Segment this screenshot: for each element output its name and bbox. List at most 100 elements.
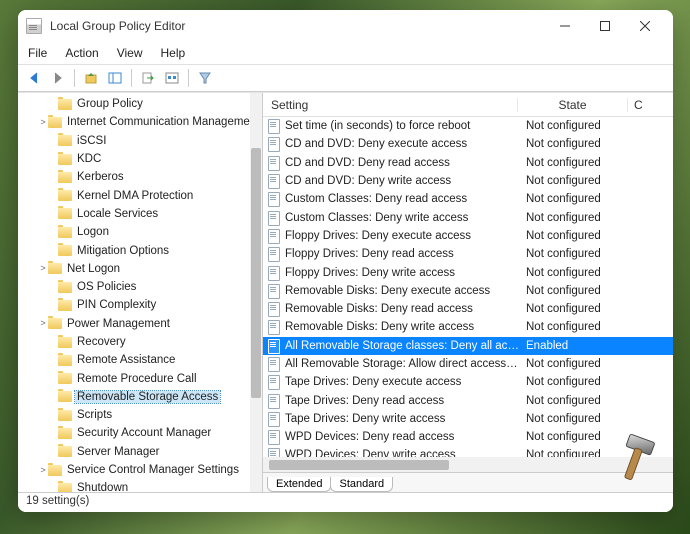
tree-item[interactable]: Security Account Manager: [18, 424, 262, 442]
tree-item[interactable]: Removable Storage Access: [18, 388, 262, 406]
setting-state: Not configured: [520, 413, 630, 425]
tree-label: Kerberos: [75, 171, 126, 183]
setting-name: CD and DVD: Deny write access: [285, 175, 520, 187]
menu-action[interactable]: Action: [63, 44, 100, 62]
settings-row[interactable]: Floppy Drives: Deny write accessNot conf…: [263, 263, 673, 281]
setting-state: Not configured: [520, 212, 630, 224]
settings-row[interactable]: Set time (in seconds) to force rebootNot…: [263, 117, 673, 135]
tree-item[interactable]: Scripts: [18, 406, 262, 424]
setting-state: Not configured: [520, 449, 630, 457]
column-comment[interactable]: C: [628, 98, 673, 112]
maximize-button[interactable]: [585, 12, 625, 40]
tree-item[interactable]: > Power Management: [18, 315, 262, 333]
forward-button[interactable]: [48, 68, 68, 88]
horizontal-scrollbar[interactable]: [263, 457, 673, 472]
tree-item[interactable]: Group Policy: [18, 95, 262, 113]
tree-item[interactable]: Remote Assistance: [18, 351, 262, 369]
settings-row[interactable]: Custom Classes: Deny read accessNot conf…: [263, 190, 673, 208]
settings-row[interactable]: WPD Devices: Deny read accessNot configu…: [263, 428, 673, 446]
settings-row[interactable]: Tape Drives: Deny write accessNot config…: [263, 410, 673, 428]
settings-row[interactable]: WPD Devices: Deny write accessNot config…: [263, 446, 673, 457]
tree-item[interactable]: Kernel DMA Protection: [18, 186, 262, 204]
tree-label: Net Logon: [65, 263, 122, 275]
policy-icon: [267, 375, 281, 389]
policy-icon: [267, 229, 281, 243]
tree-item[interactable]: Remote Procedure Call: [18, 369, 262, 387]
policy-icon: [267, 339, 281, 353]
export-button[interactable]: [138, 68, 158, 88]
tree-item[interactable]: Shutdown: [18, 479, 262, 492]
tree-item[interactable]: Locale Services: [18, 205, 262, 223]
settings-row[interactable]: CD and DVD: Deny write accessNot configu…: [263, 172, 673, 190]
folder-icon: [58, 190, 72, 201]
tab-standard[interactable]: Standard: [330, 477, 393, 492]
tree-item[interactable]: PIN Complexity: [18, 296, 262, 314]
expand-icon[interactable]: >: [38, 319, 48, 328]
tree-item[interactable]: > Internet Communication Management: [18, 113, 262, 131]
settings-row[interactable]: Custom Classes: Deny write accessNot con…: [263, 208, 673, 226]
tree-item[interactable]: >Service Control Manager Settings: [18, 461, 262, 479]
tree-label: Internet Communication Management: [65, 116, 261, 128]
scrollbar-thumb[interactable]: [269, 460, 449, 470]
setting-name: CD and DVD: Deny read access: [285, 157, 520, 169]
settings-row[interactable]: All Removable Storage classes: Deny all …: [263, 337, 673, 355]
settings-row[interactable]: All Removable Storage: Allow direct acce…: [263, 355, 673, 373]
setting-name: All Removable Storage classes: Deny all …: [285, 340, 520, 352]
setting-name: Removable Disks: Deny write access: [285, 321, 520, 333]
policy-icon: [267, 174, 281, 188]
show-hide-tree-button[interactable]: [105, 68, 125, 88]
settings-row[interactable]: Floppy Drives: Deny read accessNot confi…: [263, 245, 673, 263]
settings-row[interactable]: Removable Disks: Deny execute accessNot …: [263, 282, 673, 300]
close-button[interactable]: [625, 12, 665, 40]
scrollbar-thumb[interactable]: [251, 148, 261, 398]
minimize-button[interactable]: [545, 12, 585, 40]
tree-item[interactable]: Recovery: [18, 333, 262, 351]
tree-label: Power Management: [65, 318, 172, 330]
settings-row[interactable]: CD and DVD: Deny execute accessNot confi…: [263, 135, 673, 153]
back-button[interactable]: [24, 68, 44, 88]
settings-row[interactable]: Removable Disks: Deny read accessNot con…: [263, 300, 673, 318]
settings-row[interactable]: Removable Disks: Deny write accessNot co…: [263, 318, 673, 336]
column-headers: Setting State C: [263, 93, 673, 117]
setting-name: Tape Drives: Deny write access: [285, 413, 520, 425]
tree-item[interactable]: KDC: [18, 150, 262, 168]
menu-file[interactable]: File: [26, 44, 49, 62]
setting-state: Not configured: [520, 120, 630, 132]
folder-icon: [58, 410, 72, 421]
settings-row[interactable]: Floppy Drives: Deny execute accessNot co…: [263, 227, 673, 245]
setting-state: Not configured: [520, 230, 630, 242]
setting-state: Not configured: [520, 303, 630, 315]
tree-item[interactable]: Server Manager: [18, 443, 262, 461]
folder-icon: [58, 208, 72, 219]
tree-label: Logon: [75, 226, 111, 238]
tab-extended[interactable]: Extended: [267, 477, 331, 492]
policy-icon: [267, 119, 281, 133]
up-button[interactable]: [81, 68, 101, 88]
column-setting[interactable]: Setting: [263, 98, 518, 112]
folder-icon: [58, 483, 72, 492]
tree-item[interactable]: Logon: [18, 223, 262, 241]
tree-item[interactable]: Mitigation Options: [18, 241, 262, 259]
window-title: Local Group Policy Editor: [50, 19, 545, 33]
setting-name: Custom Classes: Deny read access: [285, 193, 520, 205]
settings-row[interactable]: Tape Drives: Deny execute accessNot conf…: [263, 373, 673, 391]
expand-icon[interactable]: >: [38, 118, 48, 127]
toolbar: [18, 64, 673, 92]
setting-name: Set time (in seconds) to force reboot: [285, 120, 520, 132]
column-state[interactable]: State: [518, 98, 628, 112]
settings-row[interactable]: CD and DVD: Deny read accessNot configur…: [263, 154, 673, 172]
separator-icon: [74, 69, 75, 87]
tree-item[interactable]: > Net Logon: [18, 260, 262, 278]
tree-label: Removable Storage Access: [75, 391, 220, 403]
menu-view[interactable]: View: [115, 44, 145, 62]
tree-scrollbar[interactable]: [250, 93, 262, 492]
tree-item[interactable]: Kerberos: [18, 168, 262, 186]
refresh-button[interactable]: [162, 68, 182, 88]
expand-icon[interactable]: >: [38, 264, 48, 273]
filter-button[interactable]: [195, 68, 215, 88]
tree-item[interactable]: OS Policies: [18, 278, 262, 296]
tree-item[interactable]: iSCSI: [18, 132, 262, 150]
menu-help[interactable]: Help: [159, 44, 188, 62]
settings-row[interactable]: Tape Drives: Deny read accessNot configu…: [263, 391, 673, 409]
expand-icon[interactable]: >: [38, 466, 48, 475]
